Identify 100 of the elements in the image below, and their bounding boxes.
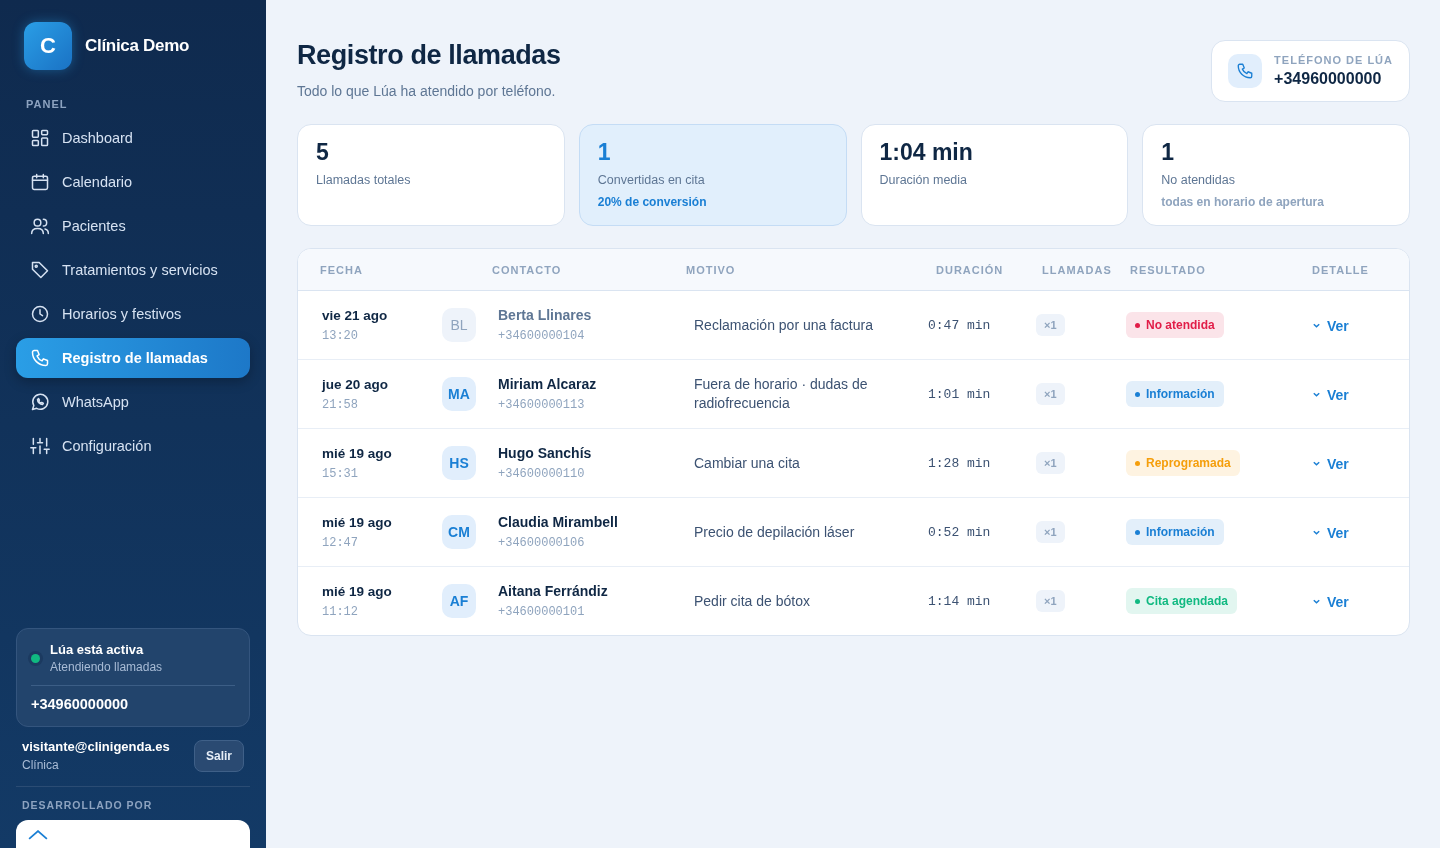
contact-phone: +34600000110 xyxy=(498,467,586,481)
call-time: 12:47 xyxy=(322,535,359,550)
chevron-down-icon xyxy=(1312,321,1321,330)
sidebar-item[interactable]: Pacientes xyxy=(16,206,250,246)
contact-name: Miriam Alcaraz xyxy=(498,376,598,392)
sidebar-item[interactable]: Tratamientos y servicios xyxy=(16,250,250,290)
avatar-initials: BL xyxy=(442,308,476,342)
sidebar-item[interactable]: Configuración xyxy=(16,426,250,466)
stat-value: 1 xyxy=(1161,139,1176,166)
phone-label: TELÉFONO DE LÚA xyxy=(1274,54,1393,66)
contact-phone: +34600000106 xyxy=(498,536,586,550)
sidebar-item[interactable]: Horarios y festivos xyxy=(16,294,250,334)
user-email: visitante@clinigenda.es xyxy=(22,739,170,754)
view-link[interactable]: Ver xyxy=(1312,317,1349,334)
result-tag: No atendida xyxy=(1126,312,1224,338)
section-label: DESARROLLADO POR xyxy=(22,799,154,811)
status-subtitle: Atendiendo llamadas xyxy=(50,660,163,674)
column-header: FECHA xyxy=(320,263,364,276)
contact-name: Berta Llinares xyxy=(498,307,593,323)
view-link[interactable]: Ver xyxy=(1312,524,1349,541)
call-reason: Fuera de horario · dudas de radiofrecuencia xyxy=(694,375,869,413)
calendar-icon xyxy=(30,172,50,192)
chevron-down-icon xyxy=(1312,459,1321,468)
user-role: Clínica xyxy=(22,758,60,772)
call-time: 21:58 xyxy=(322,397,359,412)
logout-button[interactable]: Salir xyxy=(194,739,244,772)
call-time: 15:31 xyxy=(322,466,359,481)
column-header: DURACIÓN xyxy=(936,263,1005,276)
view-link[interactable]: Ver xyxy=(1312,593,1349,610)
avatar-initials: HS xyxy=(442,446,476,480)
tag-icon xyxy=(30,260,50,280)
call-reason: Reclamación por una factura xyxy=(694,315,874,335)
call-count: ×1 xyxy=(1036,452,1065,474)
chat-icon xyxy=(30,392,50,412)
call-count: ×1 xyxy=(1036,590,1065,612)
stat-note: 20% de conversión xyxy=(597,195,708,209)
call-date: mié 19 ago xyxy=(322,514,393,530)
stat-label: Duración media xyxy=(879,173,969,187)
call-time: 11:12 xyxy=(322,604,359,619)
stat-value: 1:04 min xyxy=(879,139,974,166)
chevron-down-icon xyxy=(1312,390,1321,399)
call-count: ×1 xyxy=(1036,521,1065,543)
call-reason: Precio de depilación láser xyxy=(694,522,856,542)
column-header: RESULTADO xyxy=(1130,263,1207,276)
column-header: DETALLE xyxy=(1312,263,1370,276)
phone-icon xyxy=(1236,62,1255,80)
contact-phone: +34600000104 xyxy=(498,329,586,343)
call-date: mié 19 ago xyxy=(322,583,393,599)
contact-phone: +34600000113 xyxy=(498,398,586,412)
call-date: vie 21 ago xyxy=(322,307,389,323)
avatar-initials: MA xyxy=(442,377,476,411)
sidebar-item[interactable]: Registro de llamadas xyxy=(16,338,250,378)
contact-name: Claudia Mirambell xyxy=(498,514,619,530)
sliders-icon xyxy=(30,436,50,456)
phone-number: +34960000000 xyxy=(1274,70,1383,88)
chevron-down-icon xyxy=(1312,597,1321,606)
contact-name: Aitana Ferrándiz xyxy=(498,583,609,599)
stat-note: todas en horario de apertura xyxy=(1161,195,1325,209)
page-title: Registro de llamadas xyxy=(297,40,561,71)
result-tag: Información xyxy=(1126,381,1224,407)
phone-number: +34960000000 xyxy=(31,696,130,712)
contact-name: Hugo Sanchís xyxy=(498,445,593,461)
view-link[interactable]: Ver xyxy=(1312,455,1349,472)
stat-label: No atendidas xyxy=(1161,173,1236,187)
sidebar-item[interactable]: WhatsApp xyxy=(16,382,250,422)
page-subtitle: Todo lo que Lúa ha atendido por teléfono. xyxy=(297,83,557,99)
call-reason: Cambiar una cita xyxy=(694,453,801,473)
call-duration: 1:28 min xyxy=(928,455,992,471)
call-time: 13:20 xyxy=(322,328,359,343)
users-icon xyxy=(30,216,50,236)
call-count: ×1 xyxy=(1036,383,1065,405)
phone-icon xyxy=(30,348,50,368)
call-duration: 1:01 min xyxy=(928,386,992,402)
column-header: MOTIVO xyxy=(686,263,737,276)
stat-label: Llamadas totales xyxy=(316,173,412,187)
sidebar-item[interactable]: Calendario xyxy=(16,162,250,202)
grid-icon xyxy=(30,128,50,148)
status-title: Lúa está activa xyxy=(50,642,145,657)
call-duration: 1:14 min xyxy=(928,593,992,609)
call-date: jue 20 ago xyxy=(322,376,390,392)
call-duration: 0:52 min xyxy=(928,524,992,540)
call-duration: 0:47 min xyxy=(928,317,992,333)
stat-label: Convertidas en cita xyxy=(597,173,706,187)
call-reason: Pedir cita de bótox xyxy=(694,591,811,611)
result-tag: Información xyxy=(1126,519,1224,545)
clinic-logo: C xyxy=(24,22,72,70)
call-count: ×1 xyxy=(1036,314,1065,336)
result-tag: Reprogramada xyxy=(1126,450,1240,476)
clock-icon xyxy=(30,304,50,324)
contact-phone: +34600000101 xyxy=(498,605,586,619)
result-tag: Cita agendada xyxy=(1126,588,1238,614)
view-link[interactable]: Ver xyxy=(1312,386,1349,403)
stat-value: 5 xyxy=(316,139,330,166)
sidebar-item[interactable]: Dashboard xyxy=(16,118,250,158)
chevron-down-icon xyxy=(1312,528,1321,537)
stat-value: 1 xyxy=(597,139,612,166)
column-header: CONTACTO xyxy=(492,263,563,276)
call-date: mié 19 ago xyxy=(322,445,393,461)
avatar-initials: CM xyxy=(442,515,476,549)
section-label: PANEL xyxy=(26,98,69,110)
